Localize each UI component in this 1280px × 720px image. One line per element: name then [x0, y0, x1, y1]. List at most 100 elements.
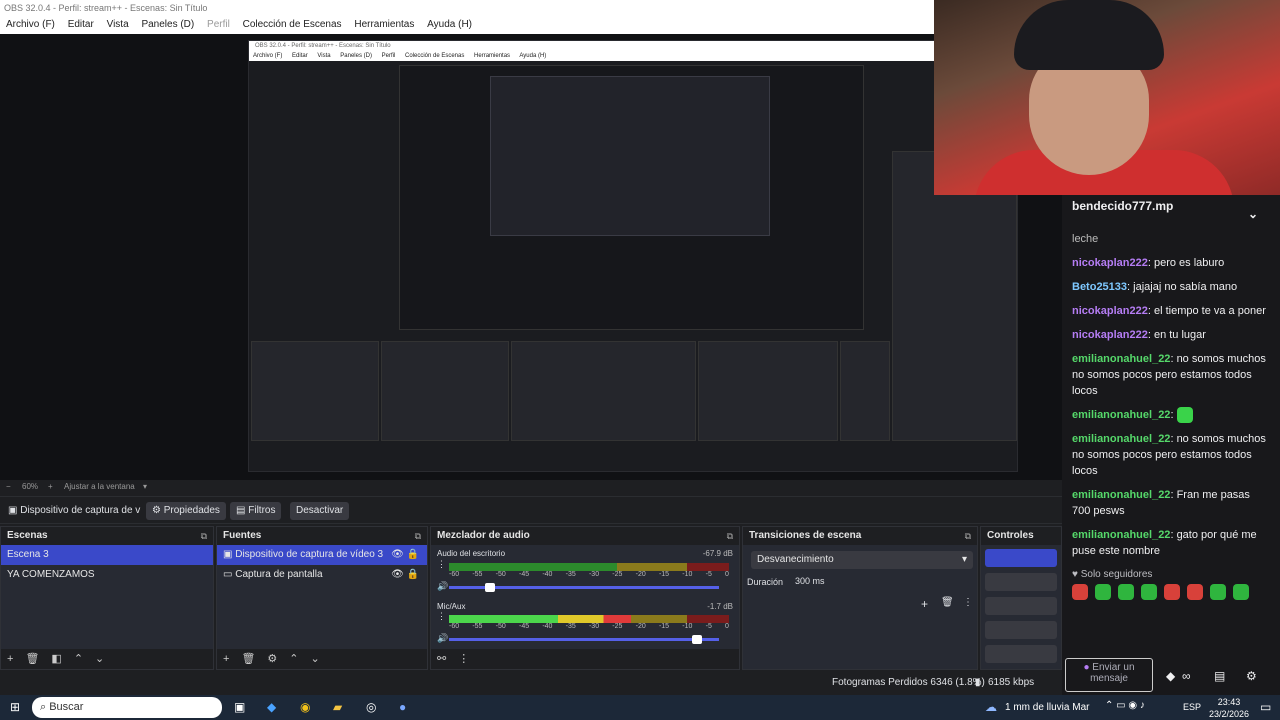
- chat-input[interactable]: ● Enviar un mensaje: [1065, 658, 1153, 692]
- zoom-out-icon[interactable]: −: [6, 482, 11, 491]
- menu-paneles[interactable]: Paneles (D): [141, 19, 194, 30]
- scene-item[interactable]: YA COMENZAMOS: [1, 565, 213, 585]
- mixer-footer: ⚯ ⋮: [431, 649, 739, 669]
- menu-icon[interactable]: ⋮: [458, 653, 469, 665]
- chat-username[interactable]: emilianonahuel_22: [1072, 409, 1170, 421]
- mini-mixer-dock: [511, 341, 696, 441]
- emote-icon[interactable]: [1187, 584, 1203, 601]
- emote-icon[interactable]: [1118, 584, 1134, 601]
- chat-username[interactable]: nicokaplan222: [1072, 257, 1148, 269]
- add-transition-icon[interactable]: +: [921, 597, 928, 611]
- pinned-message[interactable]: bendecido777.mp ⌄: [1062, 195, 1280, 231]
- trash-icon[interactable]: 🗑: [241, 653, 255, 665]
- copilot-icon[interactable]: ◆: [267, 700, 276, 714]
- virtual-camera-button[interactable]: [985, 597, 1057, 615]
- obs-icon[interactable]: ◎: [366, 700, 376, 714]
- move-down-icon[interactable]: ⌄: [95, 653, 104, 665]
- emote-icon[interactable]: [1141, 584, 1157, 601]
- filter-icon[interactable]: ◧: [51, 653, 61, 665]
- desktop-audio-volume[interactable]: [449, 583, 719, 592]
- notification-icon[interactable]: ▭: [1260, 700, 1271, 714]
- menu-herramientas[interactable]: Herramientas: [354, 19, 414, 30]
- transitions-dock: Transiciones de escena ⧉ Desvanecimiento ▾…: [742, 526, 978, 670]
- speaker-icon[interactable]: 🔊: [437, 633, 448, 644]
- source-item[interactable]: ▭ Captura de pantalla 👁 🔒: [217, 565, 427, 585]
- trash-icon[interactable]: 🗑: [25, 653, 39, 665]
- menu-coleccion[interactable]: Colección de Escenas: [243, 19, 342, 30]
- transition-select[interactable]: Desvanecimiento ▾: [751, 551, 973, 569]
- emote-icon[interactable]: [1072, 584, 1088, 601]
- chat-username[interactable]: nicokaplan222: [1072, 329, 1148, 341]
- trash-icon[interactable]: 🗑: [941, 597, 954, 608]
- emote-icon[interactable]: [1095, 584, 1111, 601]
- undock-icon[interactable]: ⧉: [965, 527, 971, 545]
- fit-window-button[interactable]: Ajustar a la ventana: [64, 482, 135, 491]
- filters-button[interactable]: ▤ Filtros: [230, 502, 282, 520]
- chrome-icon[interactable]: ◉: [300, 700, 310, 714]
- link-icon[interactable]: ⚯: [437, 653, 446, 665]
- meter-tick: -20: [635, 571, 646, 578]
- file-explorer-icon[interactable]: ▰: [333, 700, 342, 714]
- duration-input[interactable]: 300 ms: [791, 573, 977, 589]
- source-label: Dispositivo de captura de vídeo 3: [235, 549, 384, 560]
- channel-menu-icon[interactable]: ⋮: [437, 611, 446, 622]
- emote-icon[interactable]: [1210, 584, 1226, 601]
- fit-dropdown-icon[interactable]: ▾: [143, 482, 147, 491]
- deactivate-button[interactable]: Desactivar: [290, 502, 350, 520]
- undock-icon[interactable]: ⧉: [201, 527, 207, 545]
- taskbar-search[interactable]: ⌕ Buscar: [32, 697, 222, 718]
- loop-icon[interactable]: ∞: [1182, 669, 1191, 683]
- source-item[interactable]: ▣ Dispositivo de captura de vídeo 3 👁 🔒: [217, 545, 427, 565]
- add-icon[interactable]: +: [7, 653, 13, 665]
- add-icon[interactable]: +: [223, 653, 229, 665]
- speaker-icon[interactable]: 🔊: [437, 581, 448, 592]
- chat-username[interactable]: nicokaplan222: [1072, 305, 1148, 317]
- emote-icon[interactable]: [1233, 584, 1249, 601]
- gear-icon[interactable]: ⚙: [1246, 669, 1257, 683]
- volume-knob[interactable]: [484, 583, 495, 592]
- undock-icon[interactable]: ⧉: [415, 527, 421, 545]
- clock-date: 23/2/2026: [1208, 709, 1250, 719]
- task-view-icon[interactable]: ▣: [234, 700, 245, 714]
- meter-tick: 0: [725, 571, 729, 578]
- language[interactable]: ESP: [1183, 702, 1201, 712]
- undock-icon[interactable]: ⧉: [727, 527, 733, 545]
- settings-button[interactable]: [985, 645, 1057, 663]
- move-down-icon[interactable]: ⌄: [311, 653, 320, 665]
- meter-tick: -50: [495, 571, 506, 578]
- menu-editar[interactable]: Editar: [68, 19, 94, 30]
- volume-knob[interactable]: [692, 635, 703, 644]
- start-streaming-button[interactable]: [985, 549, 1057, 567]
- app-icon[interactable]: ●: [399, 700, 406, 714]
- chevron-down-icon[interactable]: ⌄: [1248, 207, 1258, 221]
- chat-username[interactable]: Beto25133: [1072, 281, 1127, 293]
- menu-ayuda[interactable]: Ayuda (H): [427, 19, 472, 30]
- visibility-lock-icons[interactable]: 👁 🔒: [391, 565, 419, 585]
- start-recording-button[interactable]: [985, 573, 1057, 591]
- move-up-icon[interactable]: ⌃: [74, 653, 83, 665]
- chat-username[interactable]: emilianonahuel_22: [1072, 529, 1170, 541]
- weather-text[interactable]: 1 mm de lluvia Mar: [1005, 702, 1089, 713]
- emote-icon[interactable]: [1164, 584, 1180, 601]
- menu-icon[interactable]: ⋮: [963, 597, 973, 608]
- move-up-icon[interactable]: ⌃: [289, 653, 298, 665]
- chat-username[interactable]: emilianonahuel_22: [1072, 353, 1170, 365]
- chat-username[interactable]: emilianonahuel_22: [1072, 489, 1170, 501]
- store-icon[interactable]: ▤: [1214, 669, 1225, 683]
- scene-item[interactable]: Escena 3: [1, 545, 213, 565]
- windows-start-icon[interactable]: ⊞: [10, 700, 20, 714]
- menu-archivo[interactable]: Archivo (F): [6, 19, 55, 30]
- mic-audio-volume[interactable]: [449, 635, 719, 644]
- channel-menu-icon[interactable]: ⋮: [437, 559, 446, 570]
- zoom-in-icon[interactable]: +: [48, 482, 53, 491]
- properties-button[interactable]: ⚙ Propiedades: [146, 502, 226, 520]
- visibility-lock-icons[interactable]: 👁 🔒: [391, 545, 419, 565]
- chat-username[interactable]: emilianonahuel_22: [1072, 433, 1170, 445]
- menu-vista[interactable]: Vista: [107, 19, 129, 30]
- tray-icons[interactable]: ⌃ ▭ ◉ ♪: [1105, 700, 1145, 711]
- bits-icon[interactable]: ◆: [1166, 669, 1175, 683]
- studio-mode-button[interactable]: [985, 621, 1057, 639]
- menu-perfil[interactable]: Perfil: [207, 19, 230, 30]
- gear-icon[interactable]: ⚙: [267, 653, 277, 665]
- clock[interactable]: 23:43 23/2/2026: [1203, 696, 1255, 720]
